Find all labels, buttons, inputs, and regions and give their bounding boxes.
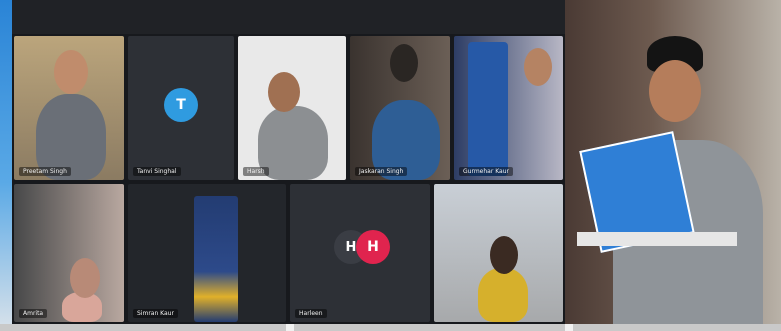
participant-tile-3[interactable]: Harsh [238,36,346,180]
avatar-initial: H [367,239,379,255]
side-edge [0,0,12,331]
participant-name: Harsh [243,167,269,176]
participant-tile-4[interactable]: Jaskaran Singh [350,36,450,180]
bottom-scroll-strip [0,324,781,331]
participant-tile-7[interactable]: Simran Kaur [128,184,286,322]
participant-name: Jaskaran Singh [355,167,408,176]
participant-face [390,44,418,82]
participant-name: Gurmehar Kaur [459,167,513,176]
scroll-knob[interactable] [286,324,294,331]
participant-avatar: H [356,230,390,264]
participant-name: Amrita [19,309,48,318]
participant-name: Harleen [295,309,327,318]
participant-face [268,72,300,112]
participant-avatar: T [164,88,198,122]
avatar-initial: T [176,97,186,113]
participant-face [70,258,100,298]
participant-tile-2[interactable]: T Tanvi Singhal [128,36,234,180]
participant-video [468,42,508,176]
participant-grid: Preetam Singh T Tanvi Singhal Harsh Jask… [12,34,565,324]
participant-video [478,268,528,322]
participant-name: Simran Kaur [133,309,178,318]
participant-tile-9[interactable] [434,184,563,322]
participant-tile-8[interactable]: H H Harleen [290,184,430,322]
participant-video [194,196,238,322]
scroll-knob[interactable] [565,324,573,331]
participant-face [54,50,88,94]
held-plaque [577,232,737,246]
participant-name: Tanvi Singhal [133,167,181,176]
speaker-face [649,60,701,122]
participant-avatar-pair: H H [332,230,392,264]
meeting-top-bar [12,0,565,34]
participant-face [524,48,552,86]
participant-tile-1[interactable]: Preetam Singh [14,36,124,180]
participant-face [490,236,518,274]
participant-tile-5[interactable]: Gurmehar Kaur [454,36,563,180]
active-speaker-video[interactable] [565,0,781,324]
participant-name: Preetam Singh [19,167,71,176]
participant-tile-6[interactable]: Amrita [14,184,124,322]
